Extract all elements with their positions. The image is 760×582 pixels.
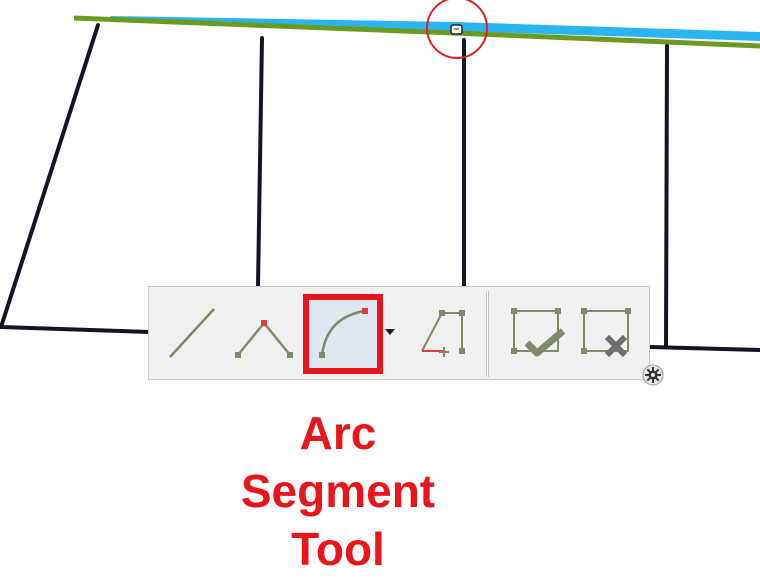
cancel-sketch-icon (581, 308, 631, 358)
parcel-line (664, 44, 669, 349)
callout-line: Segment (240, 465, 436, 517)
parcel-line (648, 345, 760, 352)
arc-segment-tool-callout: Arc Segment Tool (238, 404, 438, 578)
finish-sketch-button[interactable] (502, 295, 572, 371)
callout-line: Arc (299, 407, 377, 459)
straight-segment-icon (169, 308, 215, 358)
midpoint-segment-button[interactable] (229, 295, 299, 371)
cursor-icon (450, 24, 463, 35)
callout-line: Tool (291, 523, 385, 575)
right-angle-segment-icon (421, 310, 465, 357)
chevron-down-icon[interactable] (385, 329, 395, 335)
parcel-line (0, 23, 100, 329)
parcel-line (0, 325, 152, 334)
cancel-sketch-button[interactable] (572, 295, 642, 371)
toolbar-separator (486, 291, 489, 377)
midpoint-segment-icon (235, 320, 293, 358)
arc-segment-button[interactable] (308, 295, 378, 371)
right-angle-segment-button[interactable] (407, 295, 477, 371)
finish-sketch-icon (511, 308, 566, 357)
water-feature (110, 16, 760, 41)
segment-toolbar (148, 286, 650, 380)
parcel-line (256, 36, 264, 288)
straight-segment-button[interactable] (157, 295, 227, 371)
gear-icon[interactable] (640, 362, 666, 388)
arc-segment-icon (319, 308, 368, 358)
